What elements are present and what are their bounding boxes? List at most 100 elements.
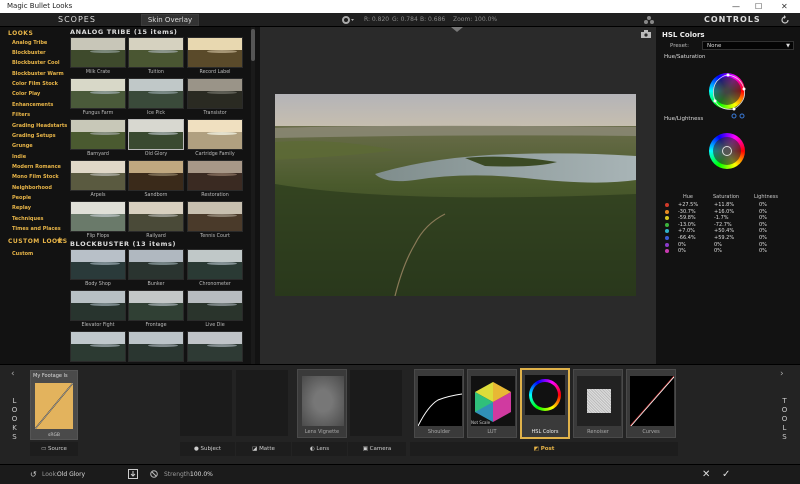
look-thumbnail[interactable] bbox=[70, 78, 126, 109]
scrollbar-thumb[interactable] bbox=[251, 29, 255, 61]
minimize-button[interactable]: — bbox=[732, 0, 740, 13]
category-item[interactable]: Color Film Stock bbox=[12, 81, 58, 87]
left-chevron-icon[interactable]: ‹ bbox=[11, 369, 15, 379]
hsl-light-value[interactable]: 0% bbox=[759, 248, 767, 254]
hsl-sat-value[interactable]: 0% bbox=[714, 242, 722, 248]
category-item[interactable]: Blockbuster bbox=[12, 50, 46, 56]
category-item[interactable]: Indie bbox=[12, 154, 26, 160]
empty-tool-slot[interactable] bbox=[180, 370, 232, 436]
hsl-sat-value[interactable]: +16.0% bbox=[714, 209, 734, 215]
save-look-icon[interactable] bbox=[128, 469, 138, 479]
category-item[interactable]: Modern Romance bbox=[12, 164, 61, 170]
collapse-arrow-icon[interactable] bbox=[451, 27, 463, 32]
look-thumbnail[interactable] bbox=[70, 331, 126, 362]
category-item[interactable]: Blockbuster Cool bbox=[12, 60, 60, 66]
scrollbar-track[interactable] bbox=[251, 27, 255, 364]
look-thumbnail[interactable] bbox=[128, 119, 184, 150]
hsl-light-value[interactable]: 0% bbox=[759, 215, 767, 221]
look-thumbnail[interactable] bbox=[128, 78, 184, 109]
reset-look-icon[interactable]: ↺ bbox=[30, 465, 37, 484]
hsl-hue-value[interactable]: -30.7% bbox=[678, 209, 696, 215]
category-item[interactable]: Mono Film Stock bbox=[12, 174, 59, 180]
look-thumbnail[interactable] bbox=[70, 160, 126, 191]
category-item[interactable]: Color Play bbox=[12, 91, 40, 97]
hsl-sat-value[interactable]: 0% bbox=[714, 248, 722, 254]
gear-icon[interactable] bbox=[341, 15, 355, 25]
category-matte[interactable]: ◪ Matte bbox=[236, 442, 291, 456]
source-tile[interactable]: My Footage Is sRGB bbox=[30, 370, 78, 440]
category-subject[interactable]: ● Subject bbox=[180, 442, 235, 456]
category-post[interactable]: ◩ Post bbox=[410, 442, 678, 456]
hsl-sat-value[interactable]: +11.8% bbox=[714, 202, 734, 208]
look-thumbnail[interactable] bbox=[70, 37, 126, 68]
look-thumbnail[interactable] bbox=[187, 119, 243, 150]
hue-lightness-wheel[interactable] bbox=[709, 133, 745, 169]
tool-lut[interactable]: Not Scale LUT bbox=[467, 369, 517, 438]
camera-icon[interactable] bbox=[641, 30, 651, 38]
hsl-hue-value[interactable]: -59.8% bbox=[678, 215, 696, 221]
tools-vertical-label[interactable]: TOOLS bbox=[780, 397, 790, 442]
look-thumbnail[interactable] bbox=[128, 201, 184, 232]
maximize-button[interactable]: ☐ bbox=[755, 0, 762, 13]
look-thumbnail[interactable] bbox=[70, 119, 126, 150]
look-thumbnail[interactable] bbox=[187, 290, 243, 321]
hsl-light-value[interactable]: 0% bbox=[759, 209, 767, 215]
category-item[interactable]: Analog Tribe bbox=[12, 40, 47, 46]
look-thumbnail[interactable] bbox=[128, 331, 184, 362]
hsl-light-value[interactable]: 0% bbox=[759, 202, 767, 208]
category-item[interactable]: Filters bbox=[12, 112, 30, 118]
look-thumbnail[interactable] bbox=[70, 290, 126, 321]
close-button[interactable]: ✕ bbox=[781, 0, 788, 13]
looks-vertical-label[interactable]: LOOKS bbox=[10, 397, 20, 442]
category-item[interactable]: Replay bbox=[12, 205, 31, 211]
category-item-custom[interactable]: Custom bbox=[12, 251, 33, 257]
look-thumbnail[interactable] bbox=[187, 37, 243, 68]
empty-tool-slot[interactable] bbox=[350, 370, 402, 436]
disable-icon[interactable] bbox=[150, 470, 158, 478]
category-item[interactable]: Neighborhood bbox=[12, 185, 52, 191]
look-thumbnail[interactable] bbox=[187, 249, 243, 280]
apply-icon[interactable]: ✓ bbox=[722, 465, 730, 484]
look-thumbnail[interactable] bbox=[128, 37, 184, 68]
empty-tool-slot[interactable] bbox=[236, 370, 288, 436]
hsl-light-value[interactable]: 0% bbox=[759, 235, 767, 241]
color-dots-icon[interactable] bbox=[643, 15, 655, 25]
category-item[interactable]: Times and Places bbox=[12, 226, 61, 232]
category-camera[interactable]: ▣ Camera bbox=[348, 442, 406, 456]
tool-shoulder[interactable]: Shoulder bbox=[414, 369, 464, 438]
category-item[interactable]: Blockbuster Warm bbox=[12, 71, 64, 77]
look-thumbnail[interactable] bbox=[70, 201, 126, 232]
right-chevron-icon[interactable]: › bbox=[780, 369, 784, 379]
skin-overlay-button[interactable]: Skin Overlay bbox=[141, 14, 199, 26]
preset-select[interactable]: None ▼ bbox=[702, 41, 794, 50]
link-icon[interactable] bbox=[731, 113, 747, 119]
add-icon[interactable]: + bbox=[56, 236, 64, 246]
hsl-light-value[interactable]: 0% bbox=[759, 242, 767, 248]
hsl-light-value[interactable]: 0% bbox=[759, 222, 767, 228]
scopes-tab[interactable]: SCOPES bbox=[58, 13, 96, 27]
category-item[interactable]: People bbox=[12, 195, 31, 201]
category-item[interactable]: Grading Headstarts bbox=[12, 123, 67, 129]
hsl-sat-value[interactable]: +59.2% bbox=[714, 235, 734, 241]
tool-renoiser[interactable]: Renoiser bbox=[573, 369, 623, 438]
tool-curves[interactable]: Curves bbox=[626, 369, 676, 438]
category-item[interactable]: Techniques bbox=[12, 216, 43, 222]
hue-saturation-curve[interactable] bbox=[707, 71, 749, 115]
hsl-light-value[interactable]: 0% bbox=[759, 228, 767, 234]
hsl-hue-value[interactable]: 0% bbox=[678, 248, 686, 254]
look-thumbnail[interactable] bbox=[187, 160, 243, 191]
hsl-sat-value[interactable]: -72.7% bbox=[714, 222, 732, 228]
look-thumbnail[interactable] bbox=[187, 201, 243, 232]
hsl-sat-value[interactable]: +50.4% bbox=[714, 228, 734, 234]
hsl-hue-value[interactable]: 0% bbox=[678, 242, 686, 248]
tool-hsl-colors[interactable]: HSL Colors bbox=[520, 368, 570, 439]
look-thumbnail[interactable] bbox=[187, 331, 243, 362]
category-source[interactable]: ▭ Source bbox=[30, 442, 78, 456]
look-thumbnail[interactable] bbox=[128, 249, 184, 280]
hsl-sat-value[interactable]: -1.7% bbox=[714, 215, 729, 221]
look-thumbnail[interactable] bbox=[70, 249, 126, 280]
category-item[interactable]: Enhancements bbox=[12, 102, 53, 108]
hsl-hue-value[interactable]: +7.0% bbox=[678, 228, 695, 234]
category-lens[interactable]: ◐ Lens bbox=[292, 442, 347, 456]
look-thumbnail[interactable] bbox=[128, 160, 184, 191]
